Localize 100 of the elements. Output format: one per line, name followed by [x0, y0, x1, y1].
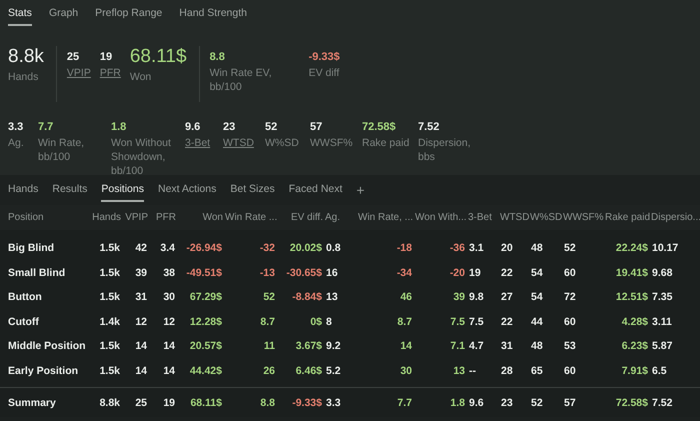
- table-cell-text: 3.1: [468, 242, 485, 254]
- column-header[interactable]: WTSD: [499, 212, 529, 223]
- table-cell-text: 3.11: [651, 316, 673, 328]
- stat-label: W%SD: [265, 136, 300, 150]
- column-header[interactable]: PFR: [149, 212, 177, 223]
- table-cell-text: 1.5k: [98, 364, 121, 377]
- table-cell-text: 7.7: [396, 396, 413, 408]
- table-cell-text: Button: [7, 291, 43, 304]
- table-cell-text: 48: [530, 340, 544, 352]
- stat-link[interactable]: WTSD: [223, 136, 265, 150]
- table-cell-text: 3.3: [325, 396, 342, 408]
- stat-value: 68.11$: [130, 46, 187, 68]
- table-cell-text: 28: [500, 364, 514, 377]
- column-header[interactable]: Win Rate, ...: [357, 212, 414, 223]
- tab[interactable]: Faced Next: [288, 182, 342, 202]
- table-cell-text: 9.8: [468, 291, 485, 304]
- tab[interactable]: Stats: [8, 6, 32, 26]
- table-cell-text: 38: [162, 266, 176, 279]
- table-cell-text: 53: [563, 340, 577, 352]
- table-cell-text: 60: [563, 364, 577, 377]
- table-cell-text: 9.68: [651, 266, 674, 279]
- stat-value: 7.7: [38, 120, 54, 134]
- stat-label: EV diff: [308, 66, 340, 80]
- table-cell-text: 52: [563, 242, 577, 254]
- table-cell-text: 9.2: [325, 340, 342, 352]
- column-header[interactable]: WWSF%: [562, 212, 604, 223]
- table-cell-text: Cutoff: [7, 316, 40, 328]
- table-cell-text: 68.11$: [189, 396, 223, 408]
- table-cell-text: 13: [325, 291, 339, 304]
- table-cell-text: -20: [448, 266, 466, 279]
- column-header[interactable]: Won With...: [414, 212, 467, 223]
- stat-value: 8.8k: [8, 46, 44, 68]
- table-cell-text: 8.8k: [98, 396, 121, 408]
- table-cell-text: 0$: [309, 316, 323, 328]
- tab[interactable]: Preflop Range: [95, 6, 162, 26]
- table-cell-text: 31: [134, 291, 148, 304]
- table-cell-text: 52: [262, 291, 276, 304]
- column-header[interactable]: Hands: [90, 212, 122, 223]
- column-header[interactable]: Win Rate ...: [224, 212, 277, 223]
- add-tab-button[interactable]: +: [356, 183, 365, 201]
- stat-label: WWSF%: [310, 136, 354, 150]
- stat-value: 72.58$: [362, 120, 397, 134]
- column-header[interactable]: Dispersio...: [650, 212, 700, 223]
- table-cell-text: 7.35: [651, 291, 674, 304]
- table-cell-text: 48: [530, 242, 544, 254]
- table-cell-text: 12.51$: [614, 291, 649, 304]
- table-cell-text: 14: [162, 340, 176, 352]
- tab[interactable]: Graph: [48, 6, 78, 26]
- table-cell-text: 22: [500, 266, 514, 279]
- table-cell-text: 14: [134, 340, 148, 352]
- table-cell-text: 67.29$: [188, 291, 223, 304]
- table-cell-text: -18: [396, 242, 413, 254]
- tab[interactable]: Results: [52, 182, 88, 202]
- stat-label: Won: [130, 70, 152, 84]
- stat-value: 23: [223, 120, 236, 134]
- table-cell-text: 19: [468, 266, 482, 279]
- table-cell-text: Big Blind: [7, 242, 56, 254]
- column-header[interactable]: W%SD: [529, 212, 562, 223]
- stat-label: Win Rate EV, bb/100: [210, 66, 273, 94]
- table-cell-text: 0.8: [325, 242, 342, 254]
- column-header[interactable]: EV diff.: [277, 212, 324, 223]
- table-cell-text: 13: [452, 364, 466, 377]
- stat-value: -9.33$: [308, 50, 340, 64]
- table-cell-text: -13: [258, 266, 276, 279]
- table-cell-text: 6.46$: [294, 364, 323, 377]
- stat-link[interactable]: 3-Bet: [185, 136, 223, 150]
- table-cell-text: 31: [500, 340, 514, 352]
- stat-value: 8.8: [210, 50, 226, 64]
- tab[interactable]: Next Actions: [158, 182, 216, 202]
- table-cell-text: 52: [530, 396, 544, 408]
- column-header[interactable]: Position: [0, 212, 90, 223]
- table-cell-text: 8.7: [396, 316, 413, 328]
- table-cell-text: 54: [530, 291, 544, 304]
- column-header[interactable]: Ag.: [324, 212, 357, 223]
- stat-value: 7.52: [418, 120, 440, 134]
- stat-value: 3.3: [8, 120, 24, 134]
- column-header[interactable]: Rake paid: [604, 212, 650, 223]
- table-cell-text: 12: [134, 316, 148, 328]
- tab[interactable]: Bet Sizes: [230, 182, 275, 202]
- table-cell-text: 22.24$: [614, 242, 649, 254]
- table-cell-text: 20.02$: [288, 242, 323, 254]
- table-cell-text: 57: [563, 396, 577, 408]
- table-cell-text: 46: [399, 291, 413, 304]
- column-header[interactable]: 3-Bet: [467, 212, 499, 223]
- stat-link[interactable]: PFR: [100, 66, 121, 80]
- tab[interactable]: Hand Strength: [179, 6, 247, 26]
- table-cell-text: 44.42$: [188, 364, 223, 377]
- stat-value: 1.8: [111, 120, 128, 134]
- stat-label: Won Without Showdown, bb/100: [111, 136, 172, 178]
- column-header[interactable]: Won: [177, 212, 224, 223]
- stat-link[interactable]: VPIP: [66, 66, 91, 80]
- table-cell-text: 14: [162, 364, 176, 377]
- table-cell-text: 54: [530, 266, 544, 279]
- table-cell-text: -26.94$: [185, 242, 223, 254]
- tab[interactable]: Hands: [8, 182, 38, 202]
- column-header[interactable]: VPIP: [122, 212, 149, 223]
- table-cell-text: 5.87: [651, 340, 674, 352]
- table-cell-text: 14: [134, 364, 148, 377]
- tab[interactable]: Positions: [101, 182, 144, 202]
- table-cell-text: 72.58$: [614, 396, 649, 408]
